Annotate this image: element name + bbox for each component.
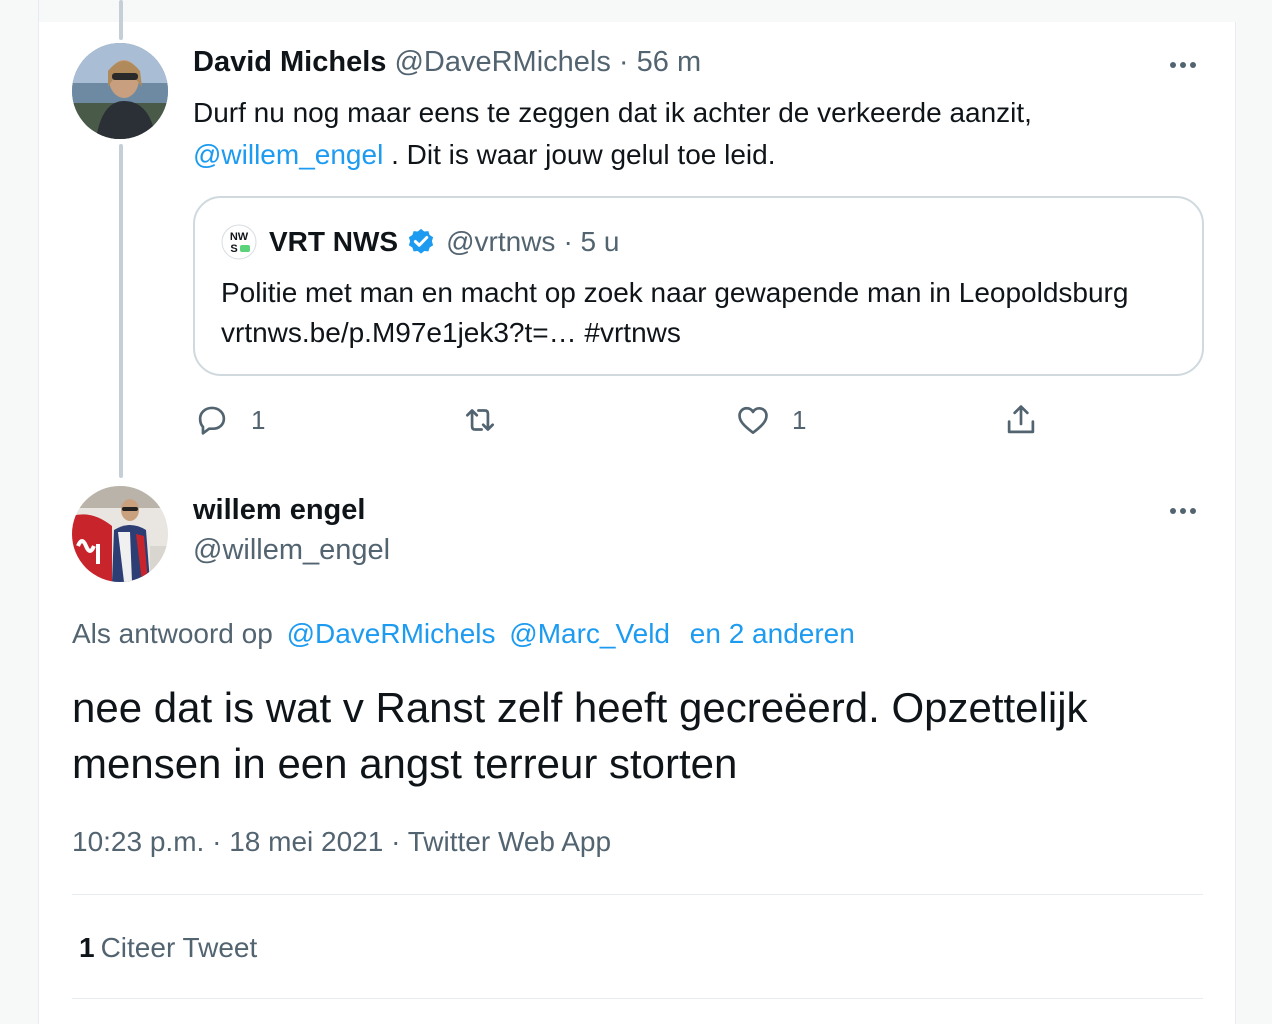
like-count: 1	[792, 404, 807, 435]
mention-link[interactable]: @willem_engel	[193, 139, 383, 170]
heart-icon	[738, 406, 768, 435]
parent-tweet-header: David Michels @DaveRMichels · 56 m	[193, 46, 701, 79]
quote-tweets-link[interactable]: 1 Citeer Tweet	[79, 932, 257, 964]
more-icon-dot	[1190, 62, 1196, 68]
more-options-button[interactable]	[1165, 47, 1201, 83]
reply-others-link[interactable]: en 2 anderen	[690, 618, 855, 649]
reply-count: 1	[251, 404, 266, 435]
logo-text-bottom: S	[230, 243, 237, 255]
reply-prefix: Als antwoord op	[72, 618, 273, 649]
tweet-time[interactable]: · 56 m	[619, 46, 701, 78]
more-icon	[1170, 508, 1176, 514]
tweet-date[interactable]: · 18 mei 2021 ·	[212, 826, 400, 857]
divider	[72, 894, 1203, 895]
top-strip	[39, 0, 1237, 22]
logo-text-top: NW	[230, 231, 249, 243]
tweet-text-part: Durf nu nog maar eens te zeggen dat ik a…	[193, 97, 1032, 128]
share-icon	[1007, 405, 1035, 434]
quoted-tweet-header: NW S VRT NWS @vrtnws · 5 u	[221, 224, 619, 260]
reply-button[interactable]: 1	[193, 401, 265, 439]
more-icon-dot	[1180, 62, 1186, 68]
main-tweet-text: nee dat is wat v Ranst zelf heeft gecreë…	[72, 684, 1088, 787]
reply-mention-2[interactable]: @Marc_Veld	[509, 618, 670, 649]
verified-badge-icon	[408, 228, 434, 254]
more-icon-dot	[1190, 508, 1196, 514]
quoted-tweet-text: Politie met man en macht op zoek naar ge…	[221, 277, 1129, 348]
avatar-willem-engel[interactable]	[72, 486, 168, 582]
quoted-author-name: VRT NWS	[269, 226, 399, 257]
more-options-button-main[interactable]	[1165, 493, 1201, 529]
retweet-icon	[465, 409, 495, 431]
author-handle[interactable]: @DaveRMichels	[394, 46, 610, 78]
main-author-name[interactable]: willem engel	[193, 494, 365, 527]
quote-label: Citeer Tweet	[100, 932, 258, 963]
timeline-column: David Michels @DaveRMichels · 56 m Durf …	[38, 0, 1237, 1024]
quoted-author-handle: @vrtnws	[446, 226, 556, 257]
parent-tweet-text: Durf nu nog maar eens te zeggen dat ik a…	[193, 92, 1193, 176]
tweet-text-part: . Dit is waar jouw gelul toe leid.	[391, 139, 776, 170]
author-name[interactable]: David Michels	[193, 46, 386, 78]
main-author-handle[interactable]: @willem_engel	[193, 534, 390, 567]
quoted-tweet-time: · 5 u	[563, 226, 620, 257]
more-icon-dot	[1180, 508, 1186, 514]
reply-icon	[198, 406, 226, 435]
like-button[interactable]: 1	[734, 401, 806, 439]
tweet-meta: 10:23 p.m. · 18 mei 2021 · Twitter Web A…	[72, 826, 611, 858]
avatar-david-michels[interactable]	[72, 43, 168, 139]
tweet-time[interactable]: 10:23 p.m.	[72, 826, 204, 857]
quote-count: 1	[79, 932, 95, 963]
reply-context: Als antwoord op @DaveRMichels @Marc_Veld…	[72, 618, 855, 650]
share-button[interactable]	[1002, 401, 1040, 439]
vrt-nws-logo-icon: NW S	[221, 224, 257, 260]
reply-mention-1[interactable]: @DaveRMichels	[287, 618, 496, 649]
more-icon	[1170, 62, 1176, 68]
tweet-source[interactable]: Twitter Web App	[408, 826, 611, 857]
quoted-tweet-card[interactable]: NW S VRT NWS @vrtnws · 5 u Politie met m…	[193, 196, 1204, 376]
thread-line-top	[119, 0, 123, 40]
divider	[72, 998, 1203, 999]
thread-line	[119, 144, 123, 478]
retweet-button[interactable]	[461, 401, 519, 439]
